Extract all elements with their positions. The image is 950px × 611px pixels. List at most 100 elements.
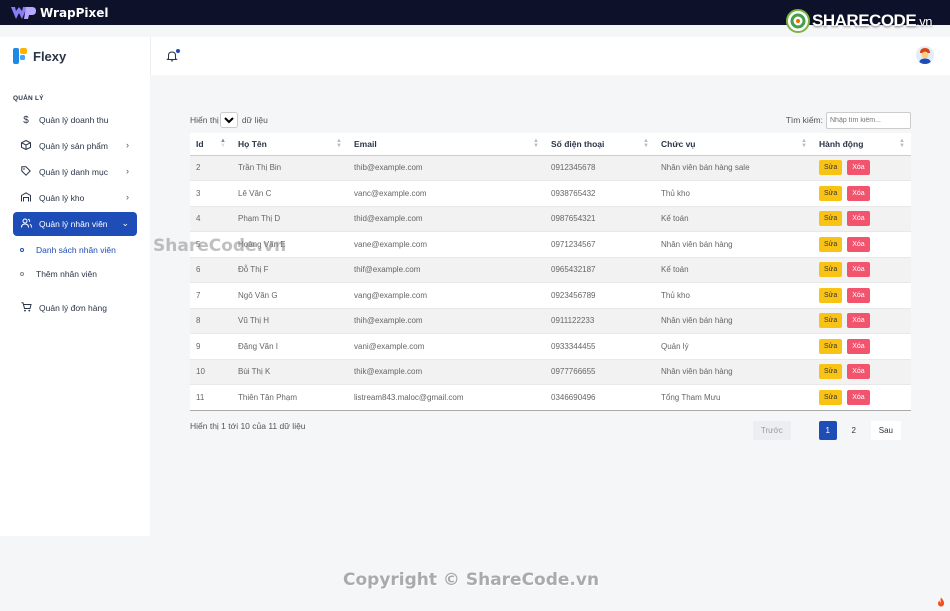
box-icon xyxy=(20,139,32,153)
delete-button[interactable]: Xóa xyxy=(847,287,870,303)
sidebar-item-warehouse[interactable]: Quản lý kho › xyxy=(13,186,137,210)
chevron-right-icon: › xyxy=(126,166,129,176)
id-cell: 2 xyxy=(190,154,232,181)
page-button-2[interactable]: 2 xyxy=(845,421,863,440)
delete-button[interactable]: Xóa xyxy=(847,236,870,252)
edit-button[interactable]: Sửa xyxy=(819,185,843,201)
search-input[interactable] xyxy=(826,111,911,129)
role-cell: Nhân viên bán hàng xyxy=(655,231,813,257)
delete-button[interactable]: Xóa xyxy=(847,185,870,201)
table-row: 7 Ngô Văn Gvang@example.com 0923456789 Thủ … xyxy=(190,282,911,308)
id-cell: 7 xyxy=(190,282,232,308)
search-label: Tìm kiếm: xyxy=(785,115,823,125)
table-row: 8 Vũ Thị Hthih@example.com 0911122233 Nhân … xyxy=(190,307,911,334)
column-header-email[interactable]: Email ▲ ▼ xyxy=(348,133,545,156)
sidebar-item-employees[interactable]: Quản lý nhân viên ⌄ xyxy=(13,212,137,236)
email-cell: vanc@example.com xyxy=(348,180,545,206)
bell-icon[interactable] xyxy=(166,49,180,62)
phone-cell: 0965432187 xyxy=(545,256,655,283)
delete-button[interactable]: Xóa xyxy=(847,389,870,405)
page-length-control: Hiển thị 10 dữ liệu xyxy=(190,112,268,128)
sidebar-subitem-label: Thêm nhân viên xyxy=(36,269,97,279)
sort-icon: ▲ ▼ xyxy=(336,138,342,149)
delete-button[interactable]: Xóa xyxy=(847,313,870,329)
email-cell: thik@example.com xyxy=(348,358,545,385)
sidebar-item-orders[interactable]: Quản lý đơn hàng xyxy=(13,296,137,320)
watermark-mid: ShareCode.vn xyxy=(153,236,287,256)
edit-button[interactable]: Sửa xyxy=(819,389,843,405)
delete-button[interactable]: Xóa xyxy=(847,338,870,354)
warehouse-icon xyxy=(20,191,32,205)
top-header xyxy=(150,37,950,75)
column-header-phone[interactable]: Số điện thoại ▲ ▼ xyxy=(545,133,655,156)
chevron-right-icon: › xyxy=(126,140,129,150)
page-length-suffix: dữ liệu xyxy=(241,115,268,125)
id-cell: 11 xyxy=(190,384,232,411)
actions-cell: Sửa Xóa xyxy=(813,231,911,257)
column-header-id[interactable]: Id ▲ ▼ xyxy=(190,133,232,156)
role-cell: Nhân viên bán hàng xyxy=(655,358,813,385)
brand-name[interactable]: WrapPixel xyxy=(40,6,109,20)
page-button-1[interactable]: 1 xyxy=(818,420,837,440)
phone-cell: 0346690496 xyxy=(545,384,655,411)
avatar[interactable] xyxy=(916,46,934,64)
sidebar-subitem-employee-list[interactable]: Danh sách nhân viên xyxy=(20,238,150,262)
delete-button[interactable]: Xóa xyxy=(847,364,870,380)
email-cell: listream843.maloc@gmail.com xyxy=(348,384,545,411)
edit-button[interactable]: Sửa xyxy=(819,211,843,227)
sidebar-item-revenue[interactable]: $ Quản lý doanh thu xyxy=(13,108,137,132)
table-row: 9 Đặng Văn Ivani@example.com 0933344455 Quả… xyxy=(190,333,911,359)
delete-button[interactable]: Xóa xyxy=(847,211,870,227)
app-name[interactable]: Flexy xyxy=(33,49,66,64)
flame-icon xyxy=(936,597,946,607)
previous-page-button[interactable]: Trước xyxy=(752,420,791,440)
sort-icon: ▲ ▼ xyxy=(533,138,539,149)
watermark-copyright: Copyright © ShareCode.vn xyxy=(343,570,600,590)
edit-button[interactable]: Sửa xyxy=(819,160,843,176)
table-toolbar: Hiển thị 10 dữ liệu Tìm kiếm: xyxy=(190,111,911,129)
phone-cell: 0987654321 xyxy=(545,205,655,232)
name-cell: Ngô Văn G xyxy=(232,282,348,308)
sort-asc-icon: ▲ ▼ xyxy=(220,138,226,149)
role-cell: Quản lý xyxy=(655,333,813,359)
delete-button[interactable]: Xóa xyxy=(847,262,870,278)
circle-bullet-icon xyxy=(20,248,24,252)
sidebar-item-label: Quản lý nhân viên xyxy=(39,219,108,229)
chevron-right-icon: › xyxy=(126,192,129,202)
edit-button[interactable]: Sửa xyxy=(819,287,843,303)
sidebar-subitem-label: Danh sách nhân viên xyxy=(36,245,116,255)
email-cell: vani@example.com xyxy=(348,333,545,359)
sidebar-subitem-add-employee[interactable]: Thêm nhân viên xyxy=(20,262,150,286)
page-length-select[interactable]: 10 xyxy=(219,112,238,128)
dollar-icon: $ xyxy=(23,114,29,126)
id-cell: 9 xyxy=(190,333,232,359)
table-row: 6 Đỗ Thị Fthif@example.com 0965432187 Kế to… xyxy=(190,256,911,283)
sidebar-item-label: Quản lý doanh thu xyxy=(39,115,109,125)
table-info: Hiển thị 1 tới 10 của 11 dữ liệu xyxy=(190,420,306,431)
next-page-button[interactable]: Sau xyxy=(870,420,901,440)
name-cell: Đặng Văn I xyxy=(232,333,348,359)
phone-cell: 0977766655 xyxy=(545,358,655,385)
table-footer: Hiển thị 1 tới 10 của 11 dữ liệu Trước 1… xyxy=(190,420,911,443)
edit-button[interactable]: Sửa xyxy=(819,262,843,278)
table-row: 4 Phạm Thị Dthid@example.com 0987654321 Kế … xyxy=(190,205,911,232)
column-header-role[interactable]: Chức vụ ▲ ▼ xyxy=(655,133,813,156)
sort-icon: ▲ ▼ xyxy=(643,138,649,149)
notification-badge xyxy=(176,49,180,53)
delete-button[interactable]: Xóa xyxy=(847,160,870,176)
id-cell: 10 xyxy=(190,358,232,385)
page-length-prefix: Hiển thị xyxy=(190,115,219,125)
column-header-name[interactable]: Họ Tên ▲ ▼ xyxy=(232,133,348,156)
role-cell: Tổng Tham Mưu xyxy=(655,384,813,411)
sidebar-item-categories[interactable]: Quản lý danh mục › xyxy=(13,160,137,184)
edit-button[interactable]: Sửa xyxy=(819,338,843,354)
id-cell: 8 xyxy=(190,307,232,334)
edit-button[interactable]: Sửa xyxy=(819,364,843,380)
edit-button[interactable]: Sửa xyxy=(819,236,843,252)
table-row: 3 Lê Văn Cvanc@example.com 0938765432 Thủ k… xyxy=(190,180,911,206)
email-cell: thif@example.com xyxy=(348,256,545,283)
column-header-actions[interactable]: Hành động ▲ ▼ xyxy=(813,133,911,156)
edit-button[interactable]: Sửa xyxy=(819,313,843,329)
name-cell: Vũ Thị H xyxy=(232,307,348,334)
sidebar-item-products[interactable]: Quản lý sản phẩm › xyxy=(13,134,137,158)
